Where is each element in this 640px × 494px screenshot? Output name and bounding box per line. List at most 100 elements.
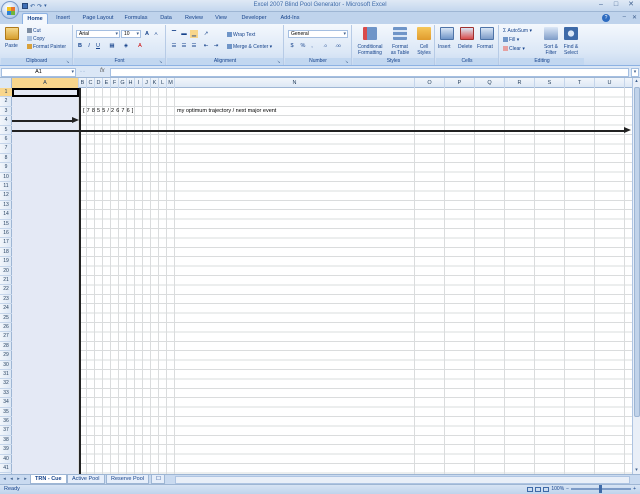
sort-filter-icon[interactable] — [544, 27, 558, 40]
format-as-table-button[interactable]: Format as Table — [388, 44, 412, 56]
column-header-p[interactable]: P — [445, 78, 475, 88]
row-header-12[interactable]: 12 — [0, 191, 12, 201]
grow-font-button[interactable]: A — [143, 30, 151, 38]
row-header-9[interactable]: 9 — [0, 163, 12, 173]
row-header-38[interactable]: 38 — [0, 436, 12, 446]
vertical-scroll-thumb[interactable] — [634, 87, 640, 417]
prev-sheet-icon[interactable]: ◂ — [8, 476, 15, 483]
last-sheet-icon[interactable]: ▸ — [22, 476, 29, 483]
tab-data[interactable]: Data — [156, 13, 176, 24]
row-header-24[interactable]: 24 — [0, 304, 12, 314]
help-icon[interactable]: ? — [602, 14, 610, 22]
row-header-40[interactable]: 40 — [0, 455, 12, 464]
column-header-c[interactable]: C — [87, 78, 95, 88]
align-middle-icon[interactable]: ▬ — [180, 30, 188, 38]
minimize-icon[interactable]: – — [594, 1, 608, 10]
find-select-button[interactable]: Find & Select — [561, 44, 581, 56]
column-header-r[interactable]: R — [505, 78, 535, 88]
cell-styles-icon[interactable] — [417, 27, 431, 40]
font-launcher-icon[interactable]: ↘ — [159, 59, 164, 64]
paste-button[interactable]: Paste — [5, 43, 18, 49]
column-header-k[interactable]: K — [151, 78, 159, 88]
conditional-formatting-button[interactable]: Conditional Formatting — [355, 44, 385, 56]
workbook-close-icon[interactable]: ✕ — [632, 14, 637, 21]
align-left-icon[interactable]: ☰ — [170, 42, 178, 50]
formula-expand-icon[interactable]: ▾ — [631, 68, 639, 77]
name-box[interactable]: A1 ▾ — [1, 68, 76, 77]
wrap-text-button[interactable]: Wrap Text — [227, 32, 255, 38]
zoom-in-icon[interactable]: + — [633, 486, 636, 492]
font-name-dropdown[interactable]: Arial — [76, 30, 120, 38]
number-launcher-icon[interactable]: ↘ — [345, 59, 350, 64]
row-header-31[interactable]: 31 — [0, 370, 12, 380]
chevron-down-icon[interactable]: ▾ — [71, 69, 74, 76]
format-cells-icon[interactable] — [480, 27, 494, 40]
fill-button[interactable]: Fill ▾ — [503, 37, 519, 43]
alignment-launcher-icon[interactable]: ↘ — [277, 59, 282, 64]
tab-home[interactable]: Home — [22, 13, 48, 24]
cut-button[interactable]: Cut — [27, 28, 41, 34]
zoom-out-icon[interactable]: − — [566, 486, 569, 492]
row-header-33[interactable]: 33 — [0, 389, 12, 399]
delete-cells-icon[interactable] — [460, 27, 474, 40]
decrease-indent-icon[interactable]: ⇤ — [202, 42, 210, 50]
column-header-a[interactable]: A — [12, 78, 79, 88]
column-header-m[interactable]: M — [167, 78, 175, 88]
tab-formulas[interactable]: Formulas — [121, 13, 151, 24]
conditional-formatting-icon[interactable] — [363, 27, 377, 40]
select-all-corner[interactable] — [0, 78, 12, 88]
row-header-16[interactable]: 16 — [0, 229, 12, 239]
row-header-37[interactable]: 37 — [0, 426, 12, 436]
number-format-dropdown[interactable]: General — [288, 30, 348, 38]
horizontal-scrollbar[interactable] — [175, 476, 630, 484]
first-sheet-icon[interactable]: ◂ — [1, 476, 8, 483]
comma-button[interactable]: , — [308, 42, 316, 50]
tab-developer[interactable]: Developer — [237, 13, 271, 24]
row-header-7[interactable]: 7 — [0, 144, 12, 154]
sheet-tab-trn-cue[interactable]: TRN - Cue — [30, 475, 67, 484]
tab-add-ins[interactable]: Add-Ins — [276, 13, 304, 24]
sort-filter-button[interactable]: Sort & Filter — [541, 44, 561, 56]
orientation-icon[interactable]: ↗ — [202, 30, 210, 38]
row-header-17[interactable]: 17 — [0, 238, 12, 248]
align-right-icon[interactable]: ☰ — [190, 42, 198, 50]
column-header-h[interactable]: H — [127, 78, 135, 88]
insert-cells-button[interactable]: Insert — [438, 44, 451, 50]
column-header-i[interactable]: I — [135, 78, 143, 88]
zoom-slider[interactable] — [571, 485, 632, 493]
active-cell-a1[interactable] — [12, 88, 79, 98]
row-header-11[interactable]: 11 — [0, 182, 12, 192]
zoom-slider-thumb[interactable] — [599, 485, 603, 493]
column-header-f[interactable]: F — [111, 78, 119, 88]
row-header-20[interactable]: 20 — [0, 267, 12, 276]
column-header-o[interactable]: O — [415, 78, 445, 88]
column-header-q[interactable]: Q — [475, 78, 505, 88]
maximize-icon[interactable]: □ — [609, 1, 623, 10]
row-header-41[interactable]: 41 — [0, 464, 12, 474]
row-header-8[interactable]: 8 — [0, 154, 12, 164]
row-header-18[interactable]: 18 — [0, 248, 12, 258]
row-header-34[interactable]: 34 — [0, 398, 12, 408]
row-header-28[interactable]: 28 — [0, 342, 12, 352]
column-header-u[interactable]: U — [595, 78, 625, 88]
underline-button[interactable]: U — [94, 42, 102, 50]
fill-color-icon[interactable]: ◈ — [122, 42, 130, 50]
binoculars-icon[interactable] — [564, 27, 578, 40]
align-top-icon[interactable]: ▔ — [170, 30, 178, 38]
next-sheet-icon[interactable]: ▸ — [15, 476, 22, 483]
column-header-d[interactable]: D — [95, 78, 103, 88]
row-header-26[interactable]: 26 — [0, 323, 12, 333]
row-header-14[interactable]: 14 — [0, 210, 12, 220]
row-header-32[interactable]: 32 — [0, 379, 12, 389]
font-size-dropdown[interactable]: 10 — [121, 30, 141, 38]
column-header-g[interactable]: G — [119, 78, 127, 88]
row-header-29[interactable]: 29 — [0, 351, 12, 361]
percent-button[interactable]: % — [299, 42, 307, 50]
row-header-39[interactable]: 39 — [0, 445, 12, 455]
font-color-icon[interactable]: A — [136, 42, 144, 50]
row-header-23[interactable]: 23 — [0, 295, 12, 305]
merge-center-button[interactable]: Merge & Center ▾ — [227, 44, 272, 50]
bold-button[interactable]: B — [76, 42, 84, 50]
row-header-35[interactable]: 35 — [0, 408, 12, 417]
increase-decimal-button[interactable]: .0 — [321, 42, 329, 50]
